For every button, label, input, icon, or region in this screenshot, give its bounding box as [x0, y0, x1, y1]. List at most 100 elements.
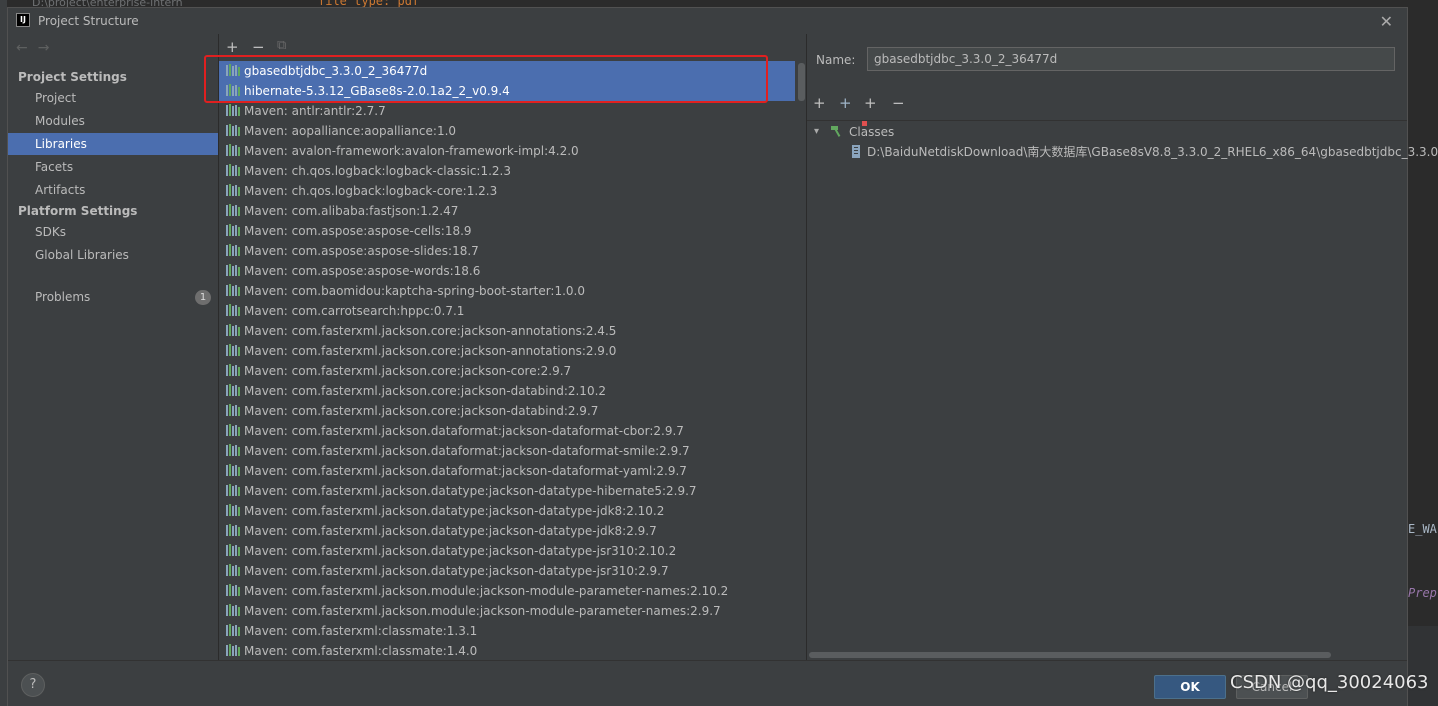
library-list-item[interactable]: Maven: com.fasterxml.jackson.core:jackso… [219, 321, 795, 341]
library-icon [226, 542, 240, 556]
nav-item-project[interactable]: Project [8, 87, 218, 109]
library-name: Maven: com.fasterxml:classmate:1.4.0 [244, 644, 478, 658]
library-name: Maven: com.aspose:aspose-slides:18.7 [244, 244, 479, 258]
library-list-item[interactable]: Maven: com.fasterxml.jackson.datatype:ja… [219, 561, 795, 581]
library-list-item[interactable]: Maven: com.fasterxml.jackson.datatype:ja… [219, 541, 795, 561]
nav-item-sdks[interactable]: SDKs [8, 221, 218, 243]
libraries-list[interactable]: gbasedbtjdbc_3.3.0_2_36477d hibernate-5.3… [219, 61, 795, 660]
library-name: Maven: com.fasterxml.jackson.core:jackso… [244, 384, 607, 398]
library-list-item[interactable]: Maven: com.fasterxml.jackson.module:jack… [219, 581, 795, 601]
library-name: Maven: com.fasterxml.jackson.core:jackso… [244, 364, 572, 378]
library-icon [226, 142, 240, 156]
library-icon [226, 302, 240, 316]
detail-horizontal-scrollbar[interactable] [809, 652, 1331, 658]
problems-label: Problems [35, 290, 91, 304]
library-list-item[interactable]: hibernate-5.3.12_GBase8s-2.0.1a2_2_v0.9.… [219, 81, 795, 101]
library-icon [226, 282, 240, 296]
library-list-item[interactable]: Maven: avalon-framework:avalon-framework… [219, 141, 795, 161]
library-list-item[interactable]: Maven: com.fasterxml.jackson.core:jackso… [219, 361, 795, 381]
attach-specific-button[interactable]: + [839, 94, 852, 112]
library-name: Maven: com.fasterxml.jackson.datatype:ja… [244, 484, 697, 498]
dialog-titlebar[interactable]: IJ Project Structure ✕ [8, 8, 1407, 34]
library-icon [226, 462, 240, 476]
settings-nav: ←→ Project Settings Project Modules Libr… [8, 34, 218, 660]
nav-item-libraries[interactable]: Libraries [8, 133, 218, 155]
nav-item-artifacts[interactable]: Artifacts [8, 179, 218, 201]
library-list-item[interactable]: Maven: com.baomidou:kaptcha-spring-boot-… [219, 281, 795, 301]
library-list-item[interactable]: Maven: com.fasterxml:classmate:1.4.0 [219, 641, 795, 660]
chevron-down-icon[interactable]: ▾ [814, 122, 819, 142]
library-list-item[interactable]: gbasedbtjdbc_3.3.0_2_36477d [219, 61, 795, 81]
jar-path-node[interactable]: D:\BaiduNetdiskDownload\南大数据库\GBase8sV8.… [851, 142, 1438, 162]
remove-library-button[interactable]: − [252, 38, 265, 56]
add-library-button[interactable]: + [226, 38, 239, 56]
remove-root-button[interactable]: − [892, 94, 905, 112]
library-list-item[interactable]: Maven: com.fasterxml:classmate:1.3.1 [219, 621, 795, 641]
library-list-item[interactable]: Maven: com.fasterxml.jackson.datatype:ja… [219, 501, 795, 521]
library-name: Maven: antlr:antlr:2.7.7 [244, 104, 386, 118]
dialog-button-bar: ? OK Cancel [8, 660, 1407, 706]
library-icon [226, 402, 240, 416]
library-list-item[interactable]: Maven: com.aspose:aspose-words:18.6 [219, 261, 795, 281]
ok-button[interactable]: OK [1154, 675, 1226, 699]
add-jar-glyph: + [864, 94, 877, 112]
libraries-scrollbar-thumb[interactable] [798, 63, 805, 101]
library-list-item[interactable]: Maven: com.fasterxml.jackson.datatype:ja… [219, 521, 795, 541]
library-icon [226, 562, 240, 576]
platform-settings-header: Platform Settings [18, 204, 138, 218]
library-list-item[interactable]: Maven: com.fasterxml.jackson.dataformat:… [219, 421, 795, 441]
library-name-input[interactable] [867, 47, 1395, 71]
background-code-fragment: E_WA [1408, 522, 1437, 536]
library-icon [226, 362, 240, 376]
library-list-item[interactable]: Maven: com.fasterxml.jackson.datatype:ja… [219, 481, 795, 501]
library-list-item[interactable]: Maven: com.alibaba:fastjson:1.2.47 [219, 201, 795, 221]
project-settings-header: Project Settings [18, 70, 127, 84]
library-list-item[interactable]: Maven: com.carrotsearch:hppc:0.7.1 [219, 301, 795, 321]
library-icon [226, 442, 240, 456]
problems-count-badge: 1 [195, 290, 211, 305]
library-name: Maven: com.fasterxml:classmate:1.3.1 [244, 624, 478, 638]
copy-library-button[interactable]: ⧉ [277, 38, 286, 53]
library-name: Maven: ch.qos.logback:logback-classic:1.… [244, 164, 511, 178]
library-list-item[interactable]: Maven: com.fasterxml.jackson.core:jackso… [219, 381, 795, 401]
library-list-item[interactable]: Maven: aopalliance:aopalliance:1.0 [219, 121, 795, 141]
library-name: Maven: com.fasterxml.jackson.dataformat:… [244, 444, 690, 458]
close-icon[interactable]: ✕ [1380, 12, 1393, 31]
library-list-item[interactable]: Maven: com.fasterxml.jackson.module:jack… [219, 601, 795, 621]
library-list-item[interactable]: Maven: com.fasterxml.jackson.core:jackso… [219, 401, 795, 421]
library-name: Maven: com.fasterxml.jackson.core:jackso… [244, 344, 617, 358]
library-list-item[interactable]: Maven: ch.qos.logback:logback-core:1.2.3 [219, 181, 795, 201]
library-icon [226, 382, 240, 396]
library-icon [226, 222, 240, 236]
library-name: Maven: com.baomidou:kaptcha-spring-boot-… [244, 284, 585, 298]
nav-item-problems[interactable]: Problems 1 [8, 286, 218, 308]
library-name: Maven: com.carrotsearch:hppc:0.7.1 [244, 304, 465, 318]
library-list-item[interactable]: Maven: com.aspose:aspose-cells:18.9 [219, 221, 795, 241]
name-label: Name: [816, 53, 856, 67]
ide-left-strip [0, 0, 7, 706]
libraries-scrollbar[interactable] [795, 61, 806, 660]
library-name: Maven: com.fasterxml.jackson.datatype:ja… [244, 544, 677, 558]
forward-arrow-icon[interactable]: → [38, 40, 60, 56]
library-list-item[interactable]: Maven: com.aspose:aspose-slides:18.7 [219, 241, 795, 261]
library-icon [226, 102, 240, 116]
library-name: Maven: com.fasterxml.jackson.module:jack… [244, 584, 729, 598]
library-name: Maven: com.fasterxml.jackson.core:jackso… [244, 324, 617, 338]
library-list-item[interactable]: Maven: com.fasterxml.jackson.core:jackso… [219, 341, 795, 361]
help-button[interactable]: ? [21, 673, 45, 697]
library-name: Maven: com.aspose:aspose-cells:18.9 [244, 224, 472, 238]
library-icon [226, 602, 240, 616]
nav-item-global-libraries[interactable]: Global Libraries [8, 244, 218, 266]
library-list-item[interactable]: Maven: com.fasterxml.jackson.dataformat:… [219, 461, 795, 481]
nav-item-facets[interactable]: Facets [8, 156, 218, 178]
jar-file-icon [852, 145, 860, 158]
library-list-item[interactable]: Maven: ch.qos.logback:logback-classic:1.… [219, 161, 795, 181]
library-icon [226, 62, 240, 76]
back-arrow-icon[interactable]: ← [16, 40, 38, 56]
library-list-item[interactable]: Maven: antlr:antlr:2.7.7 [219, 101, 795, 121]
add-root-button[interactable]: + [813, 94, 826, 112]
nav-item-modules[interactable]: Modules [8, 110, 218, 132]
library-icon [226, 242, 240, 256]
library-icon [226, 202, 240, 216]
library-list-item[interactable]: Maven: com.fasterxml.jackson.dataformat:… [219, 441, 795, 461]
